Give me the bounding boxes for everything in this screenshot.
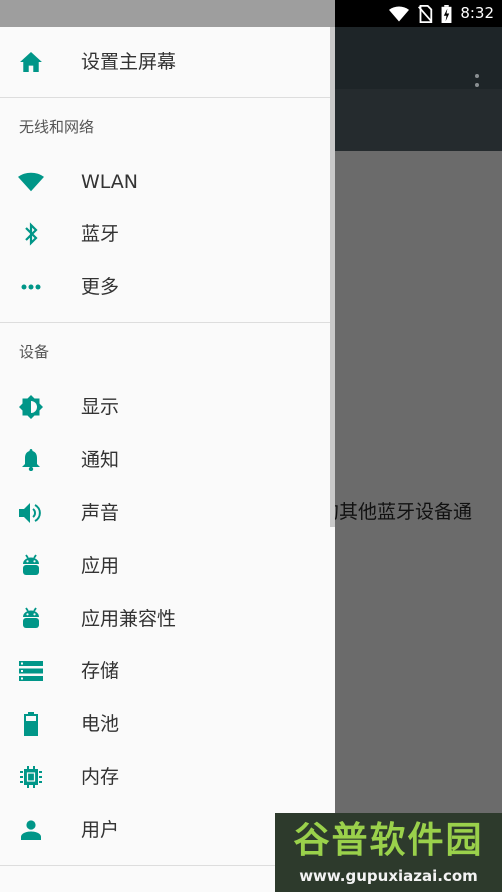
background-partial-text: 的其他蓝牙设备通 [320,501,473,523]
person-icon [18,818,44,842]
wifi-signal-icon [389,6,410,21]
section-header-wireless: 无线和网络 [19,118,95,136]
battery-icon [18,712,44,736]
watermark-title: 谷普软件园 [293,820,484,861]
wifi-icon [18,170,44,194]
bell-icon [18,448,44,472]
drawer-item-label: 更多 [81,276,120,298]
drawer-item-label: 电池 [81,713,120,735]
drawer-item-label: 应用 [81,555,120,577]
drawer-item-display[interactable]: 显示 [0,381,330,433]
status-clock: 8:32 [460,4,494,22]
drawer-item-app-compatibility[interactable]: 应用兼容性 [0,593,330,645]
navigation-drawer: 设置主屏幕 无线和网络 WLAN 蓝牙 更多 设备 显示 通知 声音 应用 应用… [0,27,335,892]
drawer-item-label: 声音 [81,502,120,524]
section-header-device: 设备 [19,343,50,361]
status-bar: 8:32 [0,0,502,27]
drawer-item-label: 通知 [81,449,120,471]
drawer-item-label: 设置主屏幕 [81,51,177,73]
brightness-icon [18,395,44,419]
drawer-item-label: 蓝牙 [81,223,120,245]
drawer-divider [0,97,330,98]
android-icon [18,607,44,631]
volume-icon [18,501,44,525]
drawer-item-battery[interactable]: 电池 [0,698,330,750]
no-sim-icon [418,4,433,23]
drawer-item-bluetooth[interactable]: 蓝牙 [0,208,330,260]
watermark-url: www.gupuxiazai.com [299,867,478,885]
drawer-item-label: 用户 [81,819,120,841]
drawer-item-more[interactable]: 更多 [0,261,330,313]
drawer-item-label: 存储 [81,660,120,682]
home-icon [18,50,44,74]
watermark-logo: 谷普软件园 www.gupuxiazai.com [275,813,502,892]
bluetooth-icon [18,222,44,246]
drawer-item-label: 显示 [81,396,120,418]
drawer-item-label: 应用兼容性 [81,608,177,630]
drawer-item-label: WLAN [81,171,139,193]
drawer-item-wlan[interactable]: WLAN [0,156,330,208]
drawer-divider [0,322,330,323]
drawer-item-memory[interactable]: 内存 [0,751,330,803]
storage-icon [18,659,44,683]
drawer-item-storage[interactable]: 存储 [0,645,330,697]
drawer-scrollbar[interactable] [330,27,335,527]
android-icon [18,554,44,578]
drawer-item-sound[interactable]: 声音 [0,487,330,539]
more-horiz-icon [18,275,44,299]
battery-charging-icon [441,4,452,23]
drawer-item-home[interactable]: 设置主屏幕 [0,36,330,88]
drawer-item-apps[interactable]: 应用 [0,540,330,592]
memory-icon [18,765,44,789]
drawer-item-notifications[interactable]: 通知 [0,434,330,486]
drawer-item-label: 内存 [81,766,120,788]
